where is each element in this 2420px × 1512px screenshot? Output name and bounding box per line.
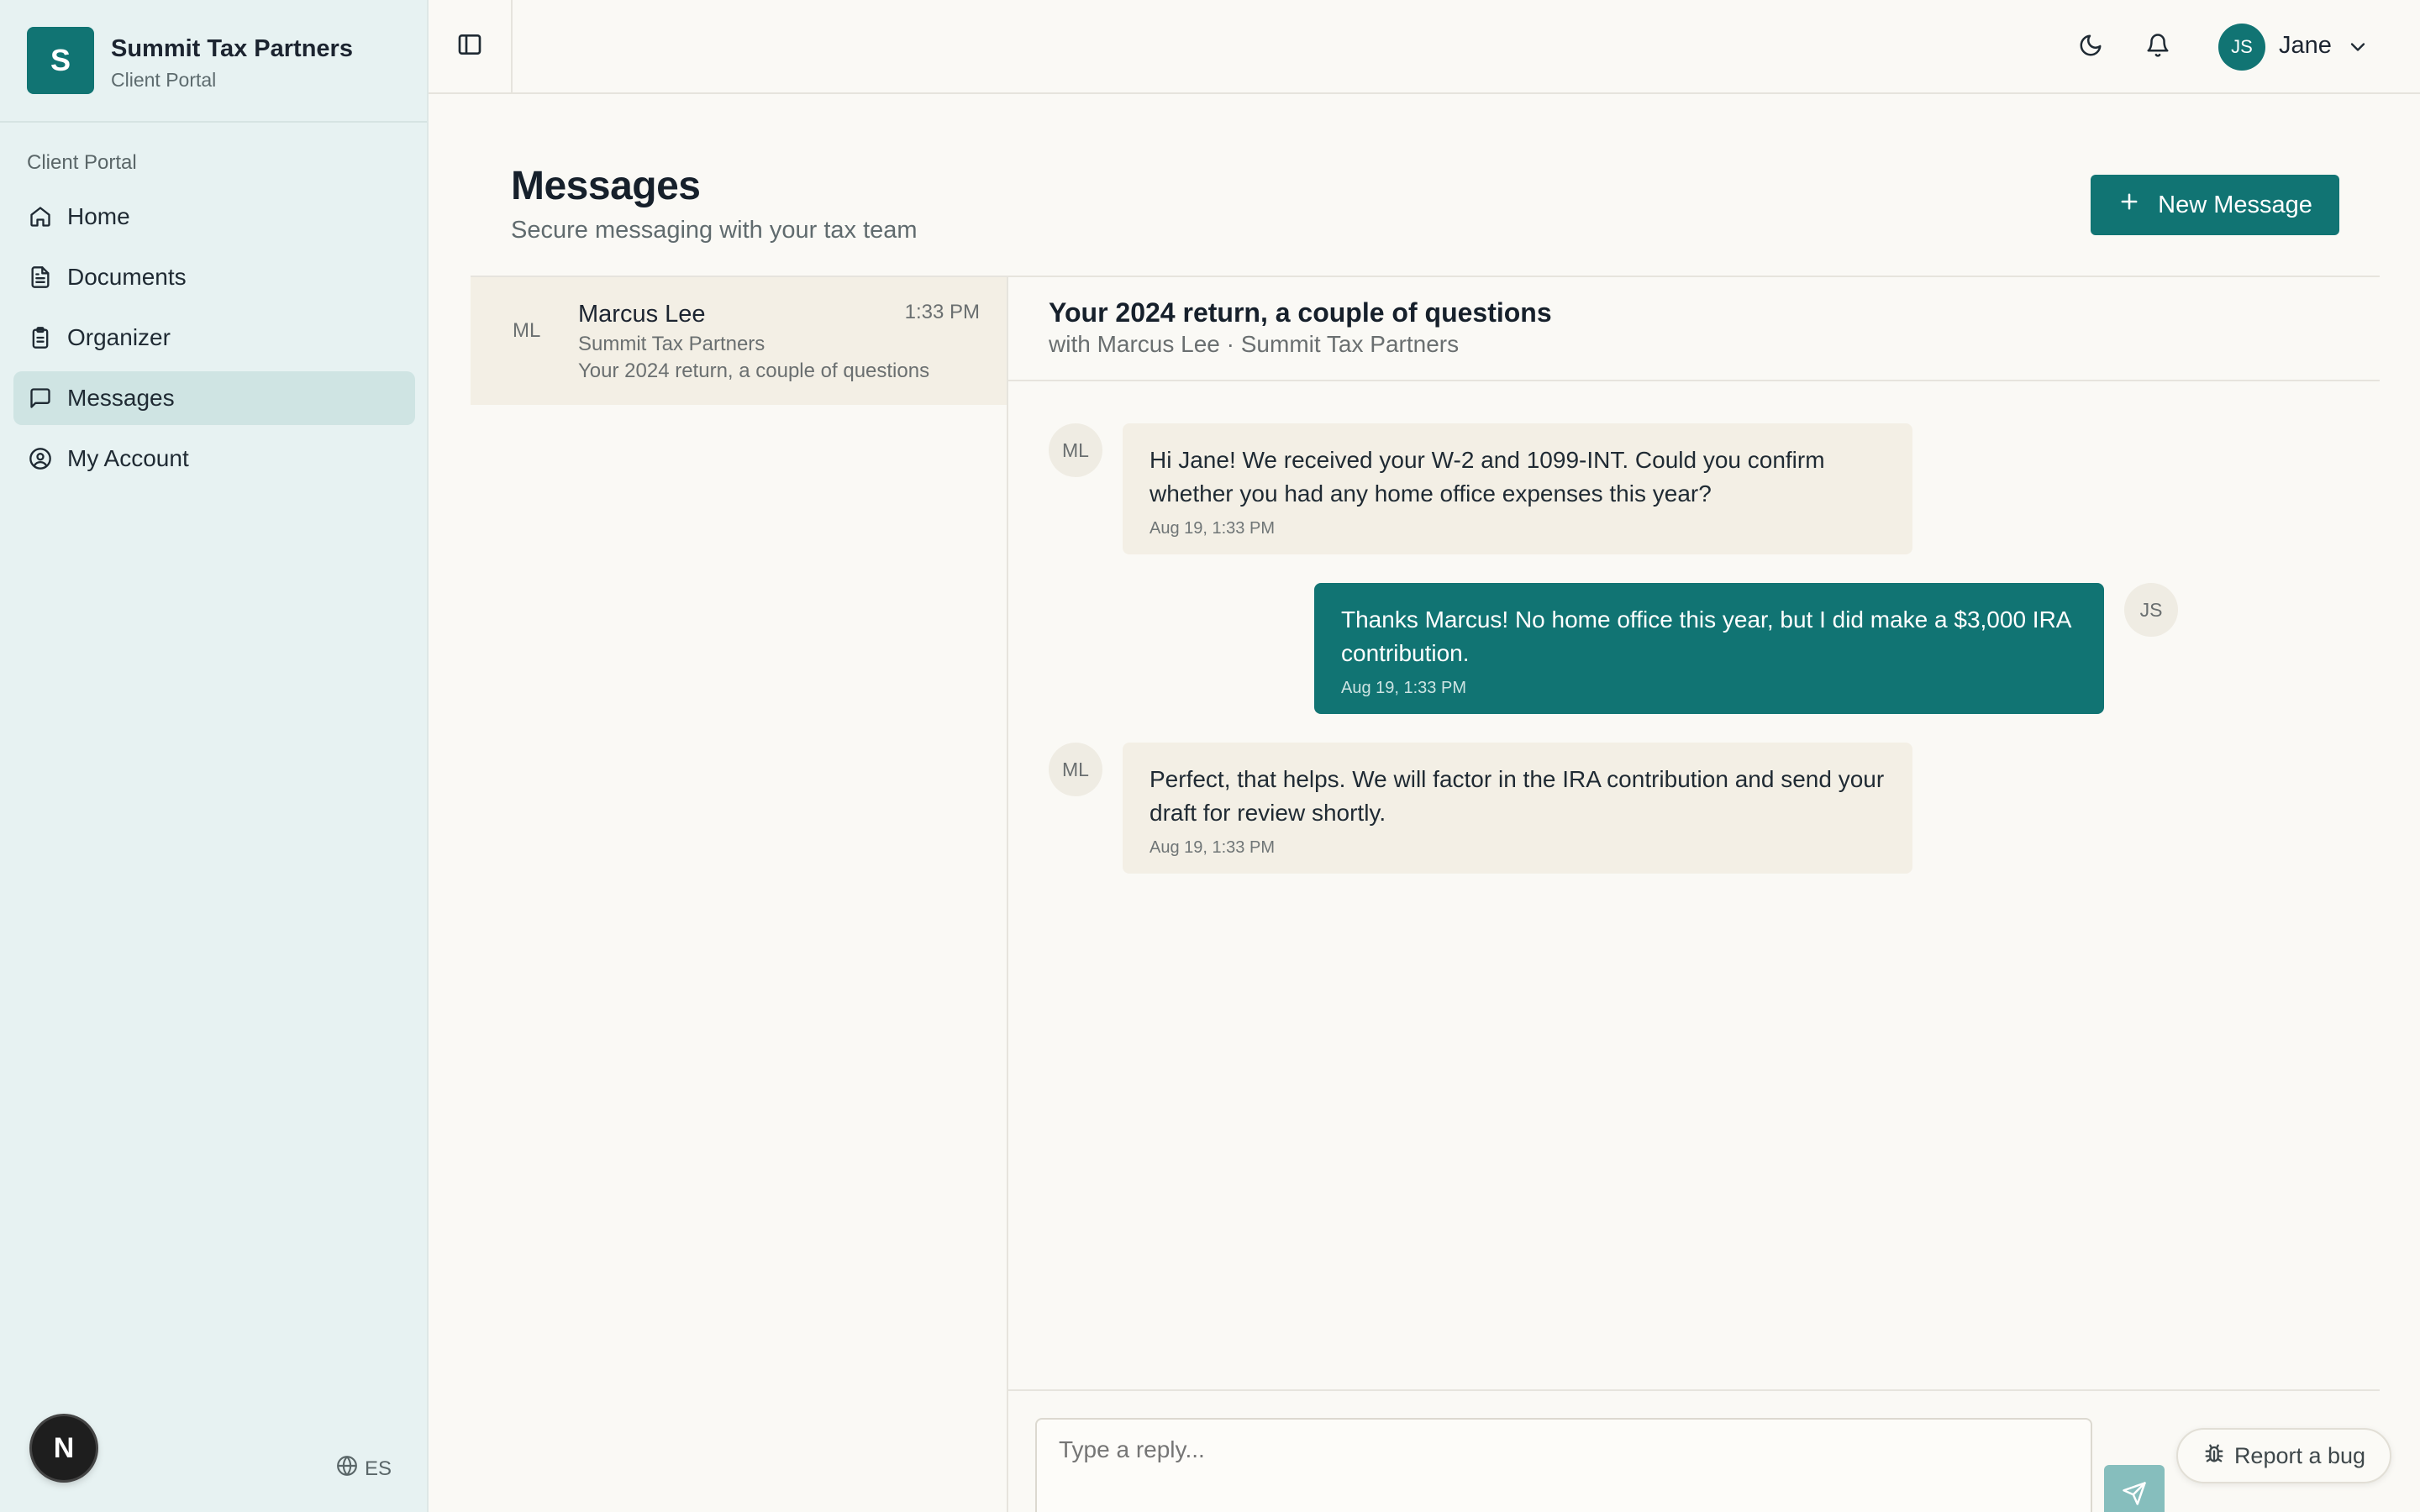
globe-icon bbox=[336, 1455, 358, 1483]
message-bubble-outgoing: Thanks Marcus! No home office this year,… bbox=[1314, 583, 2104, 714]
user-circle-icon bbox=[27, 445, 54, 472]
conversation-sender: Marcus Lee bbox=[578, 301, 706, 328]
brand-logo: S bbox=[27, 27, 94, 94]
nav-section-label: Client Portal bbox=[27, 151, 137, 174]
app-root: S Summit Tax Partners Client Portal Clie… bbox=[0, 0, 2420, 1512]
thread-header: Your 2024 return, a couple of questions … bbox=[1008, 277, 2380, 381]
conversation-subject: Your 2024 return, a couple of questions bbox=[578, 360, 930, 382]
new-message-button[interactable]: New Message bbox=[2091, 175, 2339, 235]
message-thread: Your 2024 return, a couple of questions … bbox=[1008, 277, 2380, 1512]
document-icon bbox=[27, 264, 54, 291]
chevron-down-icon[interactable] bbox=[2346, 35, 2370, 63]
language-switcher[interactable]: ES bbox=[336, 1455, 392, 1483]
sidebar-toggle-button[interactable] bbox=[429, 0, 513, 92]
plus-icon bbox=[2118, 190, 2141, 220]
report-bug-label: Report a bug bbox=[2233, 1442, 2366, 1468]
user-name[interactable]: Jane bbox=[2279, 32, 2332, 60]
message-text: Hi Jane! We received your W-2 and 1099-I… bbox=[1150, 447, 1825, 507]
brand-header: S Summit Tax Partners Client Portal bbox=[0, 0, 427, 123]
moon-icon bbox=[2078, 33, 2103, 62]
bell-icon bbox=[2145, 33, 2170, 62]
brand-name: Summit Tax Partners bbox=[111, 35, 353, 62]
report-bug-button[interactable]: Report a bug bbox=[2176, 1428, 2391, 1483]
sidebar-item-label: Messages bbox=[67, 385, 175, 411]
sidebar-item-messages[interactable]: Messages bbox=[13, 371, 415, 425]
sidebar-item-label: My Account bbox=[67, 445, 189, 471]
home-icon bbox=[27, 203, 54, 230]
sidebar-item-label: Organizer bbox=[67, 324, 171, 350]
message-time: Aug 19, 1:33 PM bbox=[1150, 519, 1275, 538]
dev-tools-badge[interactable]: N bbox=[32, 1416, 96, 1480]
send-button[interactable] bbox=[2104, 1465, 2165, 1512]
conversation-item[interactable]: ML Marcus Lee 1:33 PM Summit Tax Partner… bbox=[471, 277, 1007, 405]
composer-divider bbox=[1008, 1389, 2380, 1391]
page-title: Messages bbox=[511, 164, 701, 208]
conversation-time: 1:33 PM bbox=[904, 301, 980, 323]
language-label: ES bbox=[365, 1457, 392, 1480]
bug-icon bbox=[2202, 1441, 2226, 1471]
sidebar-item-documents[interactable]: Documents bbox=[13, 250, 415, 304]
user-avatar[interactable]: JS bbox=[2218, 24, 2265, 71]
new-message-label: New Message bbox=[2158, 191, 2312, 218]
notifications-button[interactable] bbox=[2141, 30, 2175, 64]
message-avatar: ML bbox=[1049, 423, 1102, 477]
sidebar-toggle-icon bbox=[456, 31, 483, 62]
message-avatar: ML bbox=[1049, 743, 1102, 796]
sidebar-item-home[interactable]: Home bbox=[13, 190, 415, 244]
conversation-firm: Summit Tax Partners bbox=[578, 333, 765, 355]
message-icon bbox=[27, 385, 54, 412]
sidebar-item-organizer[interactable]: Organizer bbox=[13, 311, 415, 365]
sidebar-item-label: Home bbox=[67, 203, 130, 229]
send-icon bbox=[2122, 1481, 2147, 1510]
thread-title: Your 2024 return, a couple of questions bbox=[1049, 297, 1552, 328]
message-bubble-incoming: Perfect, that helps. We will factor in t… bbox=[1123, 743, 1912, 874]
sidebar-item-label: Documents bbox=[67, 264, 187, 290]
dark-mode-toggle[interactable] bbox=[2074, 30, 2107, 64]
page-subtitle: Secure messaging with your tax team bbox=[511, 217, 918, 244]
sidebar-item-my-account[interactable]: My Account bbox=[13, 432, 415, 486]
conversation-list: ML Marcus Lee 1:33 PM Summit Tax Partner… bbox=[471, 277, 1008, 1512]
reply-input[interactable] bbox=[1035, 1418, 2092, 1512]
message-bubble-incoming: Hi Jane! We received your W-2 and 1099-I… bbox=[1123, 423, 1912, 554]
message-text: Perfect, that helps. We will factor in t… bbox=[1150, 766, 1885, 826]
thread-participants: with Marcus Lee · Summit Tax Partners bbox=[1049, 331, 1460, 357]
sidebar: S Summit Tax Partners Client Portal Clie… bbox=[0, 0, 429, 1512]
brand-subtitle: Client Portal bbox=[111, 69, 217, 91]
conversation-avatar: ML bbox=[513, 319, 541, 342]
message-avatar: JS bbox=[2124, 583, 2178, 637]
message-text: Thanks Marcus! No home office this year,… bbox=[1341, 606, 2070, 666]
message-time: Aug 19, 1:33 PM bbox=[1150, 838, 1275, 857]
clipboard-icon bbox=[27, 324, 54, 351]
message-time: Aug 19, 1:33 PM bbox=[1341, 679, 1466, 697]
top-bar bbox=[429, 0, 2420, 94]
